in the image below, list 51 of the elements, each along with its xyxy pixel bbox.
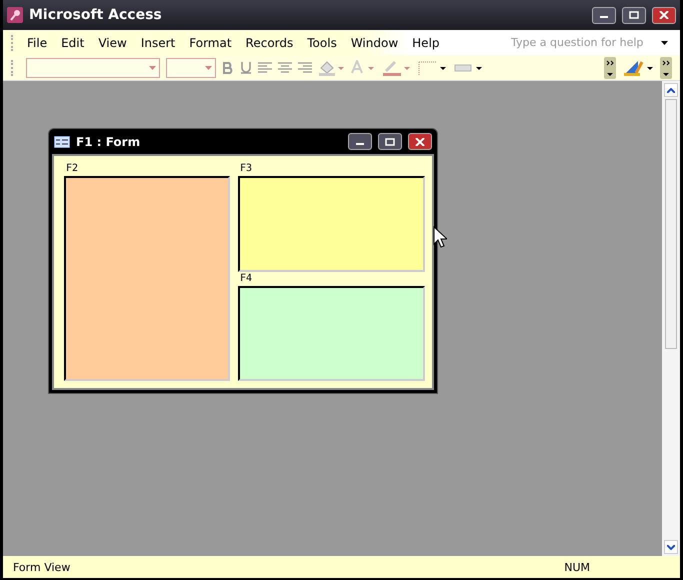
status-text: Form View: [13, 560, 70, 574]
chevron-down-icon: [667, 544, 675, 550]
menu-item[interactable]: View: [91, 36, 134, 50]
close-icon: [415, 138, 425, 146]
menu-item[interactable]: Records: [238, 36, 300, 50]
maximize-button[interactable]: [378, 133, 402, 150]
menu-item[interactable]: Help: [405, 36, 447, 50]
help-search-field[interactable]: Type a question for help: [511, 36, 661, 49]
line-color-icon[interactable]: [382, 60, 412, 76]
toolbar-options-icon[interactable]: [660, 56, 672, 78]
close-icon: [659, 11, 669, 19]
menu-item[interactable]: Tools: [300, 36, 344, 50]
maximize-icon: [629, 11, 639, 19]
close-button[interactable]: [652, 6, 676, 24]
menu-item[interactable]: Edit: [54, 36, 92, 50]
menu-item[interactable]: File: [20, 36, 54, 50]
scroll-up-button[interactable]: [664, 83, 678, 97]
align-center-icon[interactable]: [278, 62, 292, 74]
font-size-box[interactable]: [166, 58, 216, 78]
dropdown-arrow-icon: [205, 66, 212, 70]
form-title: F1 : Form: [76, 134, 142, 148]
minimize-button[interactable]: [592, 6, 616, 24]
form-icon: [54, 136, 70, 148]
border-icon[interactable]: [418, 60, 448, 76]
subform-label: F2: [65, 162, 80, 176]
menu-item[interactable]: Format: [182, 36, 239, 50]
align-left-icon[interactable]: [258, 62, 272, 74]
scroll-down-button[interactable]: [664, 540, 678, 554]
minimize-button[interactable]: [348, 133, 372, 150]
font-name-box[interactable]: [26, 58, 160, 78]
dropdown-arrow-icon: [149, 66, 156, 70]
underline-icon[interactable]: [240, 61, 252, 74]
subform-label: F3: [239, 162, 254, 176]
menu-item[interactable]: Insert: [134, 36, 182, 50]
chevron-up-icon: [667, 88, 675, 92]
menu-item[interactable]: Window: [344, 36, 406, 50]
dropdown-arrow-icon[interactable]: [661, 40, 668, 44]
toolbar-options-icon[interactable]: [604, 56, 616, 78]
maximize-icon: [385, 138, 395, 146]
scroll-thumb[interactable]: [665, 99, 677, 349]
bold-icon[interactable]: [222, 62, 234, 74]
subform-label: F4: [239, 272, 254, 286]
close-button[interactable]: [408, 133, 432, 150]
fill-color-icon[interactable]: [318, 60, 344, 76]
window-title: Microsoft Access: [29, 7, 163, 23]
num-lock-indicator: NUM: [564, 560, 590, 574]
align-right-icon[interactable]: [298, 62, 312, 74]
design-tools-icon[interactable]: [622, 58, 654, 76]
maximize-button[interactable]: [622, 6, 646, 24]
font-color-icon[interactable]: [350, 60, 376, 76]
app-icon: [7, 7, 23, 23]
